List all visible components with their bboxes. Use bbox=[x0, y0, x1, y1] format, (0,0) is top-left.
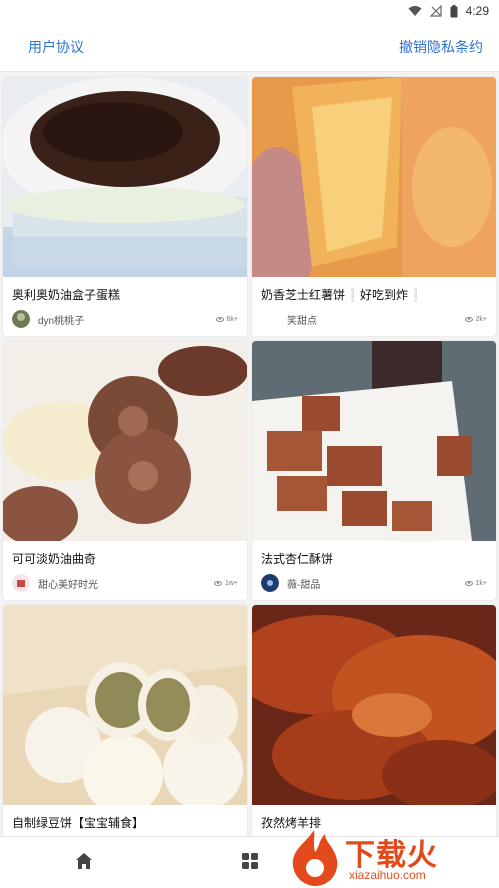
avatar bbox=[12, 310, 30, 328]
recipe-card[interactable]: 自制绿豆饼【宝宝辅食】 bbox=[3, 605, 247, 836]
eye-icon bbox=[464, 580, 473, 586]
recipe-card[interactable]: 孜然烤羊排 bbox=[252, 605, 496, 836]
author-name: 笑甜点 bbox=[287, 315, 317, 327]
status-bar: 4:29 bbox=[0, 0, 499, 22]
battery-icon bbox=[450, 4, 458, 17]
recipe-title: 可可淡奶油曲奇 bbox=[12, 552, 97, 566]
wifi-icon bbox=[408, 6, 422, 16]
author-row: 甜心美好时光 1w+ bbox=[12, 573, 238, 593]
eye-icon bbox=[215, 316, 224, 322]
recipe-title: 奶香芝士红薯饼❕好吃到炸❕ bbox=[261, 288, 423, 302]
author-name: 薇-甜品 bbox=[287, 579, 321, 591]
watermark-logo: 下载火 xiazaihuo.com bbox=[285, 826, 495, 888]
recipe-title: 奥利奥奶油盒子蛋糕 bbox=[12, 288, 121, 302]
view-count: 2k+ bbox=[464, 316, 487, 323]
avatar bbox=[261, 574, 279, 592]
recipe-image-mung-bean-cake bbox=[3, 605, 247, 805]
revoke-privacy-link[interactable]: 撤销隐私条约 bbox=[399, 37, 483, 57]
eye-icon bbox=[213, 580, 222, 586]
avatar bbox=[12, 574, 30, 592]
author-row: 笑甜点 2k+ bbox=[261, 309, 487, 329]
recipe-feed[interactable]: 奥利奥奶油盒子蛋糕 dyn桃桃子 6k+ 奶香芝士红薯饼❕好吃到炸❕ 笑甜点 2… bbox=[0, 74, 499, 836]
recipe-title: 自制绿豆饼【宝宝辅食】 bbox=[12, 816, 145, 830]
avatar bbox=[261, 310, 279, 328]
author-name: 甜心美好时光 bbox=[38, 579, 98, 591]
recipe-image-lamb-chops bbox=[252, 605, 496, 805]
user-agreement-link[interactable]: 用户协议 bbox=[28, 37, 84, 57]
recipe-card[interactable]: 奶香芝士红薯饼❕好吃到炸❕ 笑甜点 2k+ bbox=[252, 77, 496, 336]
view-count: 1w+ bbox=[213, 580, 238, 587]
recipe-card[interactable]: 法式杏仁酥饼 薇-甜品 1k+ bbox=[252, 341, 496, 600]
eye-icon bbox=[464, 316, 473, 322]
recipe-card[interactable]: 奥利奥奶油盒子蛋糕 dyn桃桃子 6k+ bbox=[3, 77, 247, 336]
recipe-image-almond-crisps bbox=[252, 341, 496, 541]
view-count: 1k+ bbox=[464, 580, 487, 587]
recipe-image-sweet-potato-cake bbox=[252, 77, 496, 277]
watermark-url: xiazaihuo.com bbox=[349, 868, 426, 882]
home-icon[interactable] bbox=[75, 852, 93, 870]
view-count: 6k+ bbox=[215, 316, 238, 323]
signal-off-icon bbox=[429, 5, 442, 17]
recipe-title: 法式杏仁酥饼 bbox=[261, 552, 334, 566]
recipe-image-cocoa-cookies bbox=[3, 341, 247, 541]
recipe-card[interactable]: 可可淡奶油曲奇 甜心美好时光 1w+ bbox=[3, 341, 247, 600]
status-time: 4:29 bbox=[465, 4, 489, 18]
author-row: 薇-甜品 1k+ bbox=[261, 573, 487, 593]
author-row: dyn桃桃子 6k+ bbox=[12, 309, 238, 329]
author-name: dyn桃桃子 bbox=[38, 315, 85, 327]
grid-icon[interactable] bbox=[241, 852, 259, 870]
recipe-image-oreo-cake bbox=[3, 77, 247, 277]
flame-icon bbox=[292, 830, 338, 886]
top-bar: 用户协议 撤销隐私条约 bbox=[0, 22, 499, 72]
